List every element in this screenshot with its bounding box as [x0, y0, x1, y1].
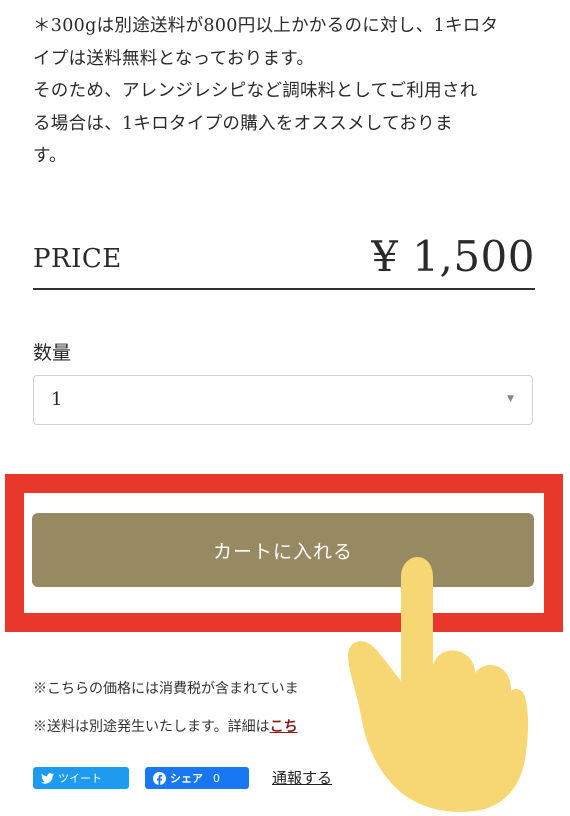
description-line: す。 — [33, 146, 67, 166]
chevron-down-icon: ▼ — [507, 394, 514, 404]
share-label: シェア — [170, 772, 203, 785]
price-value: ¥ 1,500 — [371, 232, 535, 281]
tweet-label: ツイート — [58, 772, 102, 785]
twitter-bird-icon — [41, 772, 54, 784]
product-description: ＊300gは別途送料が800円以上かかるのに対し、1キロタ イプは送料無料となっ… — [33, 10, 543, 173]
shipping-note: ※送料は別途発生いたします。詳細はこち — [33, 716, 298, 736]
description-line: ＊300gは別途送料が800円以上かかるのに対し、1キロタ — [33, 16, 499, 36]
tax-note: ※こちらの価格には消費税が含まれていま — [33, 681, 299, 697]
description-line: る場合は、1キロタイプの購入をオススメしておりま — [33, 113, 453, 134]
report-link[interactable]: 通報する — [272, 767, 332, 788]
shipping-note-text: ※送料は別途発生いたします。詳細は — [33, 719, 270, 735]
facebook-icon — [153, 771, 166, 785]
quantity-selected-value: 1 — [51, 389, 63, 410]
share-count: 0 — [213, 771, 220, 785]
quantity-label: 数量 — [33, 342, 72, 364]
description-line: そのため、アレンジレシピなど調味料としてご利用され — [33, 81, 478, 101]
pointing-hand-icon — [348, 557, 528, 812]
tweet-button[interactable]: ツイート — [33, 767, 129, 789]
price-label: PRICE — [33, 244, 122, 274]
quantity-select[interactable]: 1 ▼ — [33, 375, 533, 425]
facebook-share-button[interactable]: シェア 0 — [145, 767, 249, 789]
price-row: PRICE ¥ 1,500 — [33, 232, 535, 290]
description-line: イプは送料無料となっております。 — [33, 48, 315, 69]
shipping-detail-link[interactable]: こち — [270, 719, 298, 735]
